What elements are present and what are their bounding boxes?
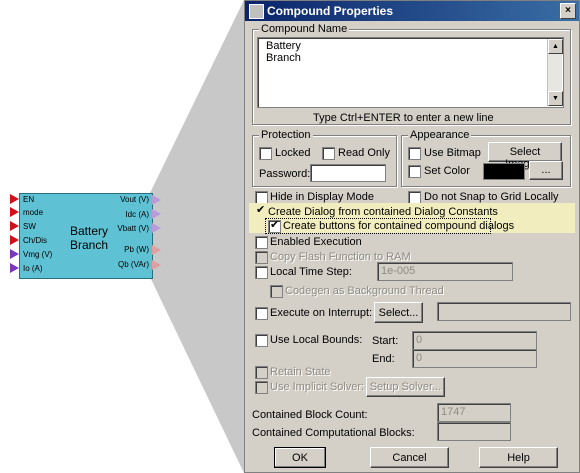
check-icon: ✔: [256, 204, 266, 216]
output-port-label: Vbatt (V): [117, 224, 149, 233]
no-snap-label: Do not Snap to Grid Locally: [424, 191, 559, 203]
input-port-label: EN: [23, 195, 35, 204]
protection-legend: Protection: [259, 129, 313, 141]
set-color-label: Set Color: [424, 165, 470, 177]
select-image-button[interactable]: Select Image...: [488, 142, 562, 170]
input-port-arrow[interactable]: [10, 263, 19, 273]
output-port-arrow[interactable]: [152, 209, 161, 219]
block-title-line1: Battery: [69, 224, 108, 238]
codegen-bg-label: Codegen as Background Thread: [285, 285, 444, 297]
compound-name-line: Branch: [266, 52, 301, 64]
input-port-arrow[interactable]: [10, 207, 19, 217]
battery-branch-block[interactable]: EN mode SW Ch/Dis Vmg (V) Io (A) Vout (V…: [19, 193, 153, 279]
enabled-exec-checkbox[interactable]: [255, 236, 268, 249]
scrollbar[interactable]: ▲ ▼: [547, 39, 563, 106]
locked-checkbox[interactable]: [259, 147, 272, 160]
setup-solver-button[interactable]: Setup Solver...: [366, 377, 445, 397]
output-port-arrow[interactable]: [152, 245, 161, 255]
create-buttons-checkbox[interactable]: ✔: [268, 219, 281, 233]
input-port-label: SW: [23, 222, 36, 231]
use-bitmap-label: Use Bitmap: [424, 147, 481, 159]
scroll-up-icon[interactable]: ▲: [548, 39, 563, 54]
use-local-bounds-checkbox[interactable]: [255, 334, 268, 347]
use-local-bounds-label: Use Local Bounds:: [270, 334, 363, 346]
window-icon: [249, 4, 264, 19]
input-port-label: Ch/Dis: [23, 236, 48, 245]
local-time-input[interactable]: 1e-005: [377, 262, 513, 281]
copy-flash-checkbox[interactable]: [255, 251, 268, 264]
comp-blocks-label: Contained Computational Blocks:: [252, 427, 415, 439]
input-port-label: mode: [23, 208, 44, 217]
input-port-arrow[interactable]: [10, 194, 19, 204]
block-count-label: Contained Block Count:: [252, 409, 368, 421]
locked-label: Locked: [275, 147, 311, 159]
retain-state-label: Retain State: [270, 366, 331, 378]
output-port-label: Qb (VAr): [118, 260, 149, 269]
start-input[interactable]: 0: [412, 331, 537, 350]
local-time-checkbox[interactable]: [255, 266, 268, 279]
compound-properties-dialog: Compound Properties × Compound Name Batt…: [244, 0, 580, 473]
use-bitmap-checkbox[interactable]: [408, 147, 421, 160]
local-time-label: Local Time Step:: [270, 266, 352, 278]
compound-name-hint: Type Ctrl+ENTER to enter a new line: [313, 112, 494, 124]
enabled-exec-label: Enabled Execution: [270, 236, 362, 248]
input-port-label: Vmg (V): [23, 250, 53, 259]
exec-interrupt-label: Execute on Interrupt:: [270, 307, 373, 319]
hide-display-label: Hide in Display Mode: [270, 191, 374, 203]
scroll-down-icon[interactable]: ▼: [548, 91, 563, 106]
help-button[interactable]: Help: [479, 447, 558, 468]
create-buttons-label: Create buttons for contained compound di…: [283, 220, 515, 232]
password-label: Password:: [259, 168, 311, 180]
close-icon[interactable]: ×: [560, 3, 576, 19]
output-port-label: Vout (V): [120, 195, 149, 204]
color-swatch[interactable]: [483, 163, 525, 180]
create-dialog-label: Create Dialog from contained Dialog Cons…: [268, 206, 498, 218]
block-title: Battery Branch: [64, 224, 114, 252]
set-color-checkbox[interactable]: [408, 165, 421, 178]
compound-name-legend: Compound Name: [259, 23, 350, 35]
dialog-title: Compound Properties: [267, 4, 394, 18]
start-label: Start:: [372, 335, 399, 347]
block-title-line2: Branch: [69, 238, 109, 252]
exec-interrupt-checkbox[interactable]: [255, 307, 268, 320]
title-bar[interactable]: Compound Properties ×: [245, 1, 579, 21]
ok-button[interactable]: OK: [274, 447, 326, 468]
read-only-checkbox[interactable]: [322, 147, 335, 160]
block-count-value: 1747: [437, 403, 511, 422]
compound-name-line: Battery: [266, 40, 301, 52]
codegen-bg-checkbox[interactable]: [270, 285, 283, 298]
appearance-legend: Appearance: [408, 129, 472, 141]
output-port-arrow[interactable]: [152, 195, 161, 205]
password-input[interactable]: [310, 164, 386, 182]
end-label: End:: [372, 353, 395, 365]
use-implicit-label: Use Implicit Solver:: [270, 381, 365, 393]
output-port-arrow[interactable]: [152, 260, 161, 270]
end-input[interactable]: 0: [412, 349, 537, 368]
compound-name-input[interactable]: Battery Branch ▲ ▼: [257, 37, 564, 108]
input-port-label: Io (A): [23, 264, 43, 273]
input-port-arrow[interactable]: [10, 221, 19, 231]
use-implicit-checkbox[interactable]: [255, 381, 268, 394]
output-port-label: Pb (W): [124, 245, 149, 254]
comp-blocks-value: [437, 422, 511, 441]
cancel-button[interactable]: Cancel: [370, 447, 449, 468]
color-picker-button[interactable]: ...: [529, 161, 563, 180]
check-icon: ✔: [270, 219, 280, 231]
output-port-label: Idc (A): [125, 210, 149, 219]
read-only-label: Read Only: [338, 147, 390, 159]
interrupt-input[interactable]: [437, 302, 571, 321]
input-port-arrow[interactable]: [10, 235, 19, 245]
retain-state-checkbox[interactable]: [255, 366, 268, 379]
output-port-arrow[interactable]: [152, 223, 161, 233]
create-dialog-checkbox[interactable]: ✔: [255, 204, 266, 217]
input-port-arrow[interactable]: [10, 249, 19, 259]
select-interrupt-button[interactable]: Select...: [374, 302, 423, 323]
